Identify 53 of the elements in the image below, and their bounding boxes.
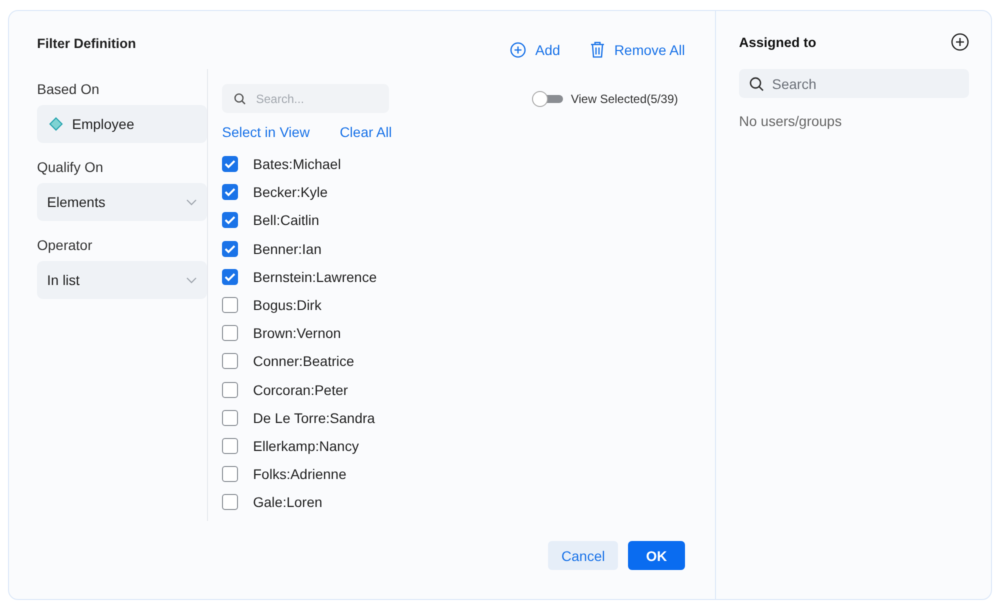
- toggle-label: View Selected(5/39): [570, 92, 678, 106]
- list-item-label: Becker:Kyle: [253, 184, 328, 200]
- list-item-label: Bates:Michael: [253, 156, 341, 172]
- cancel-button[interactable]: Cancel: [548, 541, 618, 570]
- list-item-label: Folks:Adrienne: [253, 466, 346, 482]
- list-item-label: Bell:Caitlin: [253, 212, 320, 228]
- link[interactable]: Clear All: [340, 124, 392, 140]
- checkbox[interactable]: [222, 184, 238, 200]
- remove-all-button[interactable]: Remove All: [590, 41, 685, 58]
- panel-title: Assigned to: [739, 34, 816, 50]
- trash-icon: [590, 41, 606, 58]
- list-item-label: Conner:Beatrice: [253, 353, 354, 370]
- search-icon: [234, 92, 246, 104]
- list-item-label: Brown:Vernon: [253, 325, 341, 342]
- dialog-title: Filter Definition: [37, 36, 136, 51]
- chevron-down-icon: [186, 276, 197, 284]
- dropdown[interactable]: In list: [37, 261, 207, 299]
- field-label: Qualify On: [37, 159, 104, 175]
- add-button[interactable]: Add: [510, 41, 560, 58]
- list-item-label: Corcoran:Peter: [253, 382, 348, 398]
- checkbox[interactable]: [222, 297, 238, 314]
- checkbox[interactable]: [222, 268, 238, 285]
- diamond-icon: [49, 117, 63, 131]
- list-item-label: Bernstein:Lawrence: [253, 268, 377, 285]
- field-label: Based On: [37, 81, 100, 97]
- list-item-label: Gale:Loren: [253, 494, 322, 510]
- checkbox[interactable]: [222, 325, 238, 342]
- checkbox[interactable]: [222, 410, 238, 426]
- dropdown[interactable]: Elements: [37, 183, 207, 221]
- empty-message: No users/groups: [739, 113, 843, 129]
- search-field[interactable]: Search: [739, 69, 969, 98]
- search-field[interactable]: Search...: [222, 84, 389, 113]
- checkbox[interactable]: [222, 466, 238, 482]
- entity-field[interactable]: Employee: [37, 105, 207, 143]
- list-item-label: Bogus:Dirk: [253, 297, 322, 314]
- toggle-switch[interactable]: [532, 91, 563, 106]
- list-item-label: Ellerkamp:Nancy: [253, 438, 359, 454]
- ok-button[interactable]: OK: [628, 541, 685, 570]
- plus-circle-icon[interactable]: [951, 33, 969, 51]
- checkbox[interactable]: [222, 156, 238, 172]
- checkbox[interactable]: [222, 212, 238, 228]
- field-label: Operator: [37, 237, 94, 253]
- checkbox[interactable]: [222, 240, 238, 257]
- checkbox[interactable]: [222, 382, 238, 398]
- list-item-label: Benner:Ian: [253, 240, 322, 257]
- link[interactable]: Select in View: [222, 124, 310, 140]
- plus-circle-icon: [510, 42, 526, 58]
- search-icon: [749, 76, 764, 91]
- checkbox[interactable]: [222, 353, 238, 370]
- list-item-label: De Le Torre:Sandra: [253, 410, 375, 426]
- checkbox[interactable]: [222, 494, 238, 510]
- checkbox[interactable]: [222, 438, 238, 454]
- chevron-down-icon: [186, 198, 197, 206]
